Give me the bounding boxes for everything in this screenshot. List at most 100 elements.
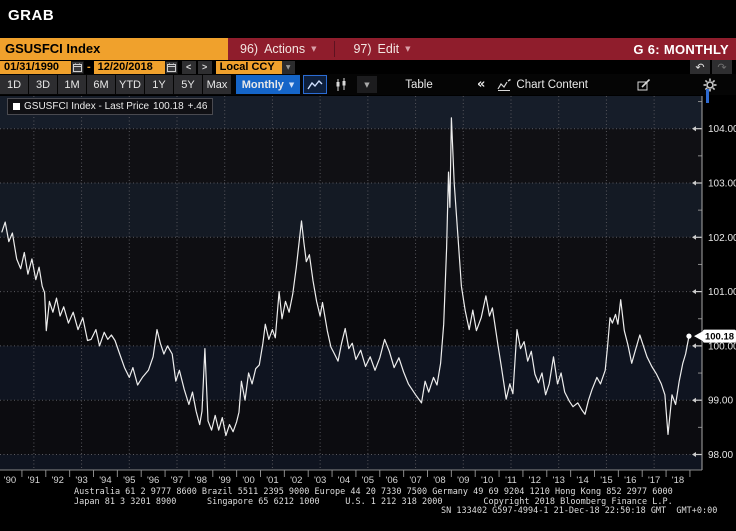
start-date-input[interactable]: 01/31/1990 — [0, 61, 71, 74]
footer-session-info: SN 133402 G597-4994-1 21-Dec-18 22:50:18… — [441, 507, 717, 517]
end-date-input[interactable]: 12/20/2018 — [94, 61, 165, 74]
settings-button[interactable] — [698, 75, 722, 94]
redo-icon: ↷ — [717, 61, 726, 74]
edit-menu-button[interactable]: 97) Edit ▼ — [341, 38, 422, 60]
calendar-icon[interactable] — [71, 61, 84, 74]
bloomberg-terminal-window: 98.00 99.00 100.00 101.00 102.00 103.00 104.00… — [0, 0, 736, 531]
x-axis-label: '09 — [457, 475, 469, 486]
last-price-badge-value: 100.18 — [705, 332, 734, 343]
prev-period-button[interactable]: < — [182, 61, 196, 74]
annotate-button[interactable] — [632, 75, 656, 94]
line-chart-type-button[interactable] — [303, 75, 327, 94]
x-axis-label: '08 — [433, 475, 445, 486]
period-button-1y[interactable]: 1Y — [145, 75, 173, 94]
candlestick-icon — [334, 78, 348, 92]
period-button-5y[interactable]: 5Y — [174, 75, 202, 94]
chevron-down-icon: ▼ — [311, 45, 316, 53]
plot-band — [0, 129, 702, 183]
x-axis-label: '15 — [600, 475, 612, 486]
plot-band — [0, 455, 702, 471]
x-axis-label: '01 — [266, 475, 278, 486]
y-axis-label: 102.00 — [708, 233, 736, 244]
x-axis-label: '91 — [28, 475, 40, 486]
y-axis-label: 104.00 — [708, 124, 736, 135]
candle-chart-type-button[interactable] — [329, 75, 353, 94]
series-legend[interactable]: GSUSFCI Index - Last Price 100.18 +.46 — [7, 98, 213, 115]
ticker-row: GSUSFCI Index 96) Actions ▼ 97) Edit ▼ G 6… — [0, 38, 736, 60]
undo-icon: ↶ — [695, 61, 704, 74]
frequency-select[interactable]: Monthly ▼ — [236, 75, 300, 94]
calendar-icon[interactable] — [165, 61, 178, 74]
series-swatch — [13, 103, 20, 110]
plot-band — [0, 346, 702, 400]
period-button-1d[interactable]: 1D — [0, 75, 28, 94]
chart-content-label: Chart Content — [516, 79, 588, 91]
chevron-down-icon: ▼ — [405, 45, 410, 53]
x-axis-label: '14 — [576, 475, 588, 486]
x-axis-label: '04 — [338, 475, 350, 486]
plot-band — [0, 292, 702, 346]
y-axis-label: 100.00 — [708, 341, 736, 352]
chart-content-icon — [497, 79, 511, 91]
x-axis-label: '12 — [529, 475, 541, 486]
x-axis-label: '17 — [648, 475, 660, 486]
currency-select[interactable]: Local CCY — [216, 61, 282, 74]
scroll-indicator[interactable] — [706, 89, 709, 103]
series-change: +.46 — [188, 101, 208, 112]
line-chart-icon — [307, 79, 323, 91]
x-axis-label: '16 — [624, 475, 636, 486]
chevron-down-icon[interactable]: ▼ — [282, 61, 295, 74]
function-context-label: G 6: MONTHLY — [633, 42, 736, 57]
period-button-max[interactable]: Max — [203, 75, 231, 94]
x-axis-label: '13 — [553, 475, 565, 486]
period-button-6m[interactable]: 6M — [87, 75, 115, 94]
x-axis-label: '99 — [219, 475, 231, 486]
x-axis-label: '93 — [75, 475, 87, 486]
y-axis-label: 98.00 — [708, 450, 733, 461]
x-axis-label: '90 — [4, 475, 16, 486]
period-button-3d[interactable]: 3D — [29, 75, 57, 94]
x-axis-label: '06 — [386, 475, 398, 486]
x-axis-label: '11 — [505, 475, 517, 486]
x-axis-label: '05 — [362, 475, 374, 486]
plot-band — [0, 237, 702, 291]
frequency-label: Monthly — [242, 79, 284, 91]
y-axis-label: 101.00 — [708, 287, 736, 298]
y-axis-label: 103.00 — [708, 179, 736, 190]
date-row: 01/31/1990 - 12/20/2018 < > Local CCY ▼ … — [0, 60, 736, 74]
chart-toolbar: 1D 3D 1M 6M YTD 1Y 5Y Max Monthly ▼ ▼ Ta… — [0, 74, 736, 95]
table-button[interactable]: Table — [391, 75, 447, 94]
y-axis-label: 99.00 — [708, 396, 733, 407]
chart-type-dropdown-button[interactable]: ▼ — [357, 76, 377, 93]
actions-label: Actions — [264, 42, 305, 56]
x-axis-label: '98 — [195, 475, 207, 486]
x-axis-label: '02 — [290, 475, 302, 486]
x-axis-label: '94 — [99, 475, 111, 486]
x-axis-label: '95 — [123, 475, 135, 486]
edit-label: Edit — [378, 42, 400, 56]
period-button-1m[interactable]: 1M — [58, 75, 86, 94]
x-axis-label: '10 — [481, 475, 493, 486]
collapse-toolbar-button[interactable]: « — [477, 75, 485, 94]
date-range-dash: - — [87, 61, 91, 73]
actions-menu-button[interactable]: 96) Actions ▼ — [228, 38, 328, 60]
x-axis-label: '00 — [242, 475, 254, 486]
x-axis-label: '07 — [409, 475, 421, 486]
ticker-input[interactable]: GSUSFCI Index — [0, 38, 228, 60]
next-period-button[interactable]: > — [198, 61, 212, 74]
chart-content-button[interactable]: Chart Content — [497, 79, 588, 91]
plot-band — [0, 183, 702, 237]
undo-button[interactable]: ↶ — [690, 60, 710, 74]
plot-band — [0, 400, 702, 454]
edit-num: 97) — [353, 42, 371, 56]
series-last-value: 100.18 — [153, 101, 184, 112]
grab-label: GRAB — [8, 7, 54, 24]
menu-bar: 96) Actions ▼ 97) Edit ▼ G 6: MONTHLY — [228, 38, 736, 60]
annotate-icon — [637, 79, 651, 91]
chevron-down-icon: ▼ — [289, 81, 294, 89]
period-button-ytd[interactable]: YTD — [116, 75, 144, 94]
redo-button[interactable]: ↷ — [712, 60, 732, 74]
actions-num: 96) — [240, 42, 258, 56]
x-axis-label: '96 — [147, 475, 159, 486]
menu-divider — [334, 41, 335, 57]
